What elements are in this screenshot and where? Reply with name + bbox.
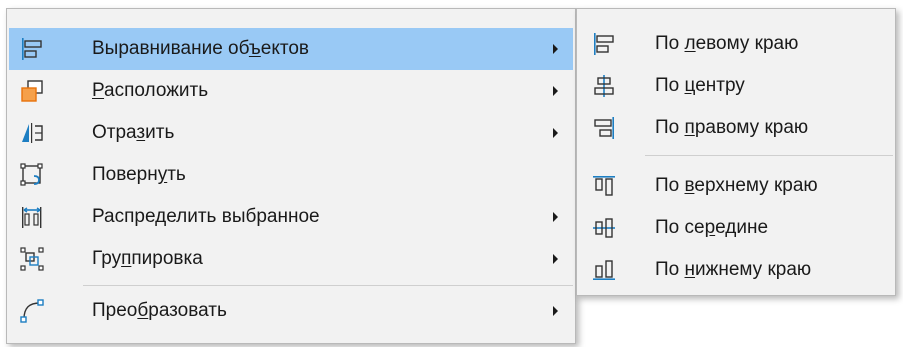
- align-submenu: По левому краю По центру По правому краю: [576, 8, 896, 296]
- submenu-separator: [645, 155, 893, 156]
- submenu-arrow-icon: [553, 128, 558, 138]
- submenu-arrow-icon: [553, 306, 558, 316]
- menu-item-label: Распределить выбранное: [92, 206, 320, 227]
- menu-item-label: Выравнивание объектов: [92, 38, 310, 59]
- rotate-icon: [20, 163, 43, 186]
- convert-icon: [20, 299, 44, 323]
- flip-icon: [22, 123, 43, 143]
- align-middle-icon: [593, 218, 615, 238]
- submenu-arrow-icon: [553, 212, 558, 222]
- align-top-icon: [593, 176, 615, 196]
- menu-separator: [83, 285, 573, 286]
- align-left-icon: [22, 38, 42, 60]
- menu-item-label: Отразить: [92, 122, 175, 143]
- submenu-arrow-icon: [553, 44, 558, 54]
- submenu-item-label: По центру: [655, 75, 745, 96]
- menu-item-label: Преобразовать: [92, 300, 227, 321]
- submenu-item-label: По правому краю: [655, 117, 809, 138]
- menu-item-group[interactable]: Группировка: [9, 238, 573, 280]
- submenu-item-label: По левому краю: [655, 33, 799, 54]
- submenu-item-label: По верхнему краю: [655, 175, 818, 196]
- menu-item-label: Повернуть: [92, 164, 186, 185]
- menu-item-label: Группировка: [92, 248, 203, 269]
- align-right-icon: [594, 117, 614, 139]
- submenu-item-align-center[interactable]: По центру: [579, 65, 893, 107]
- align-left-icon: [594, 33, 614, 55]
- submenu-arrow-icon: [553, 254, 558, 264]
- submenu-item-label: По середине: [655, 217, 769, 238]
- menu-item-arrange[interactable]: Расположить: [9, 70, 573, 112]
- menu-item-distribute[interactable]: Распределить выбранное: [9, 196, 573, 238]
- menu-item-align-objects[interactable]: Выравнивание объектов: [9, 28, 573, 70]
- menu-item-rotate[interactable]: Повернуть: [9, 154, 573, 196]
- menu-item-convert[interactable]: Преобразовать: [9, 290, 573, 332]
- submenu-item-label: По нижнему краю: [655, 259, 812, 280]
- context-menu: Выравнивание объектов Расположить Отрази…: [6, 8, 576, 344]
- submenu-item-align-bottom[interactable]: По нижнему краю: [579, 249, 893, 291]
- align-center-icon: [594, 75, 614, 97]
- distribute-icon: [22, 207, 42, 228]
- context-menu-stage: Выравнивание объектов Расположить Отрази…: [0, 0, 903, 347]
- group-icon: [20, 247, 44, 271]
- submenu-item-align-middle[interactable]: По середине: [579, 207, 893, 249]
- submenu-item-align-top[interactable]: По верхнему краю: [579, 165, 893, 207]
- menu-item-label: Расположить: [92, 80, 209, 101]
- submenu-item-align-right[interactable]: По правому краю: [579, 107, 893, 149]
- align-bottom-icon: [593, 260, 615, 280]
- submenu-item-align-left[interactable]: По левому краю: [579, 23, 893, 65]
- menu-item-flip[interactable]: Отразить: [9, 112, 573, 154]
- submenu-arrow-icon: [553, 86, 558, 96]
- arrange-icon: [21, 80, 43, 102]
